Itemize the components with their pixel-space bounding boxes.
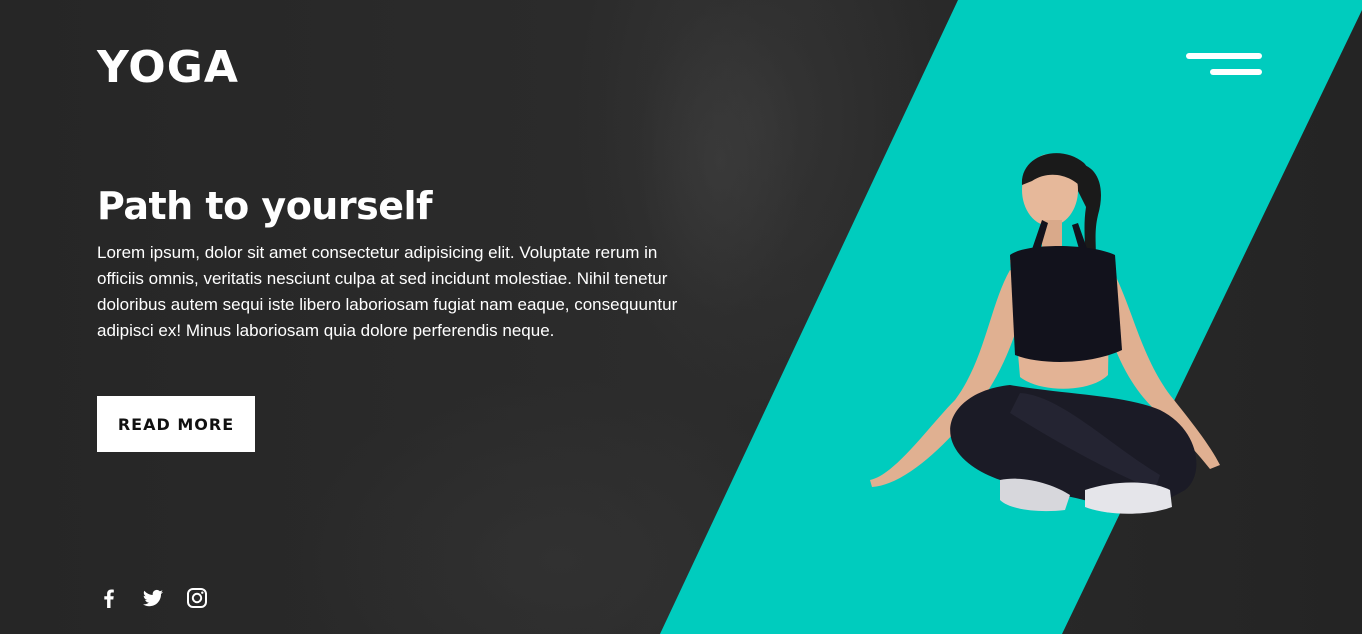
twitter-icon[interactable]: [141, 586, 165, 610]
facebook-icon[interactable]: [97, 586, 121, 610]
yoga-model-image: [870, 153, 1220, 514]
logo[interactable]: YOGA: [97, 42, 239, 94]
read-more-button[interactable]: READ MORE: [97, 396, 255, 452]
hero-title: Path to yourself: [97, 184, 433, 228]
instagram-icon[interactable]: [185, 586, 209, 610]
menu-bar: [1210, 69, 1262, 75]
background-silhouette: [640, 0, 860, 420]
menu-bar: [1186, 53, 1262, 59]
hamburger-menu-button[interactable]: [1186, 50, 1264, 80]
hero-description: Lorem ipsum, dolor sit amet consectetur …: [97, 243, 678, 340]
social-links: [97, 586, 209, 610]
